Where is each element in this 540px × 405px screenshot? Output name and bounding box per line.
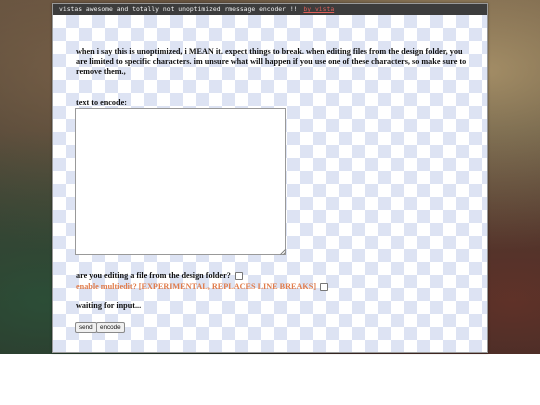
window-content: when i say this is unoptimized, i MEAN i… <box>53 15 487 352</box>
design-folder-row: are you editing a file from the design f… <box>76 271 243 280</box>
design-folder-checkbox[interactable] <box>234 271 243 280</box>
multiedit-checkbox[interactable] <box>320 282 329 291</box>
multiedit-label: enable multiedit? [EXPERIMENTAL, REPLACE… <box>76 282 317 291</box>
encoder-window: vistas awesome and totally not unoptimiz… <box>52 3 488 353</box>
unoptimized-warning: when i say this is unoptimized, i MEAN i… <box>76 47 467 76</box>
textarea-resize-grip[interactable] <box>280 249 286 255</box>
encode-button[interactable]: encode <box>96 322 125 333</box>
author-link[interactable]: by vista <box>303 5 334 13</box>
send-button[interactable]: send <box>75 322 97 333</box>
text-to-encode-label: text to encode: <box>76 98 127 107</box>
text-to-encode-input[interactable] <box>75 108 286 255</box>
multiedit-row: enable multiedit? [EXPERIMENTAL, REPLACE… <box>76 282 329 291</box>
status-text: waiting for input... <box>76 301 142 310</box>
window-title: vistas awesome and totally not unoptimiz… <box>59 5 298 13</box>
design-folder-label: are you editing a file from the design f… <box>76 271 231 280</box>
window-titlebar: vistas awesome and totally not unoptimiz… <box>53 4 487 15</box>
